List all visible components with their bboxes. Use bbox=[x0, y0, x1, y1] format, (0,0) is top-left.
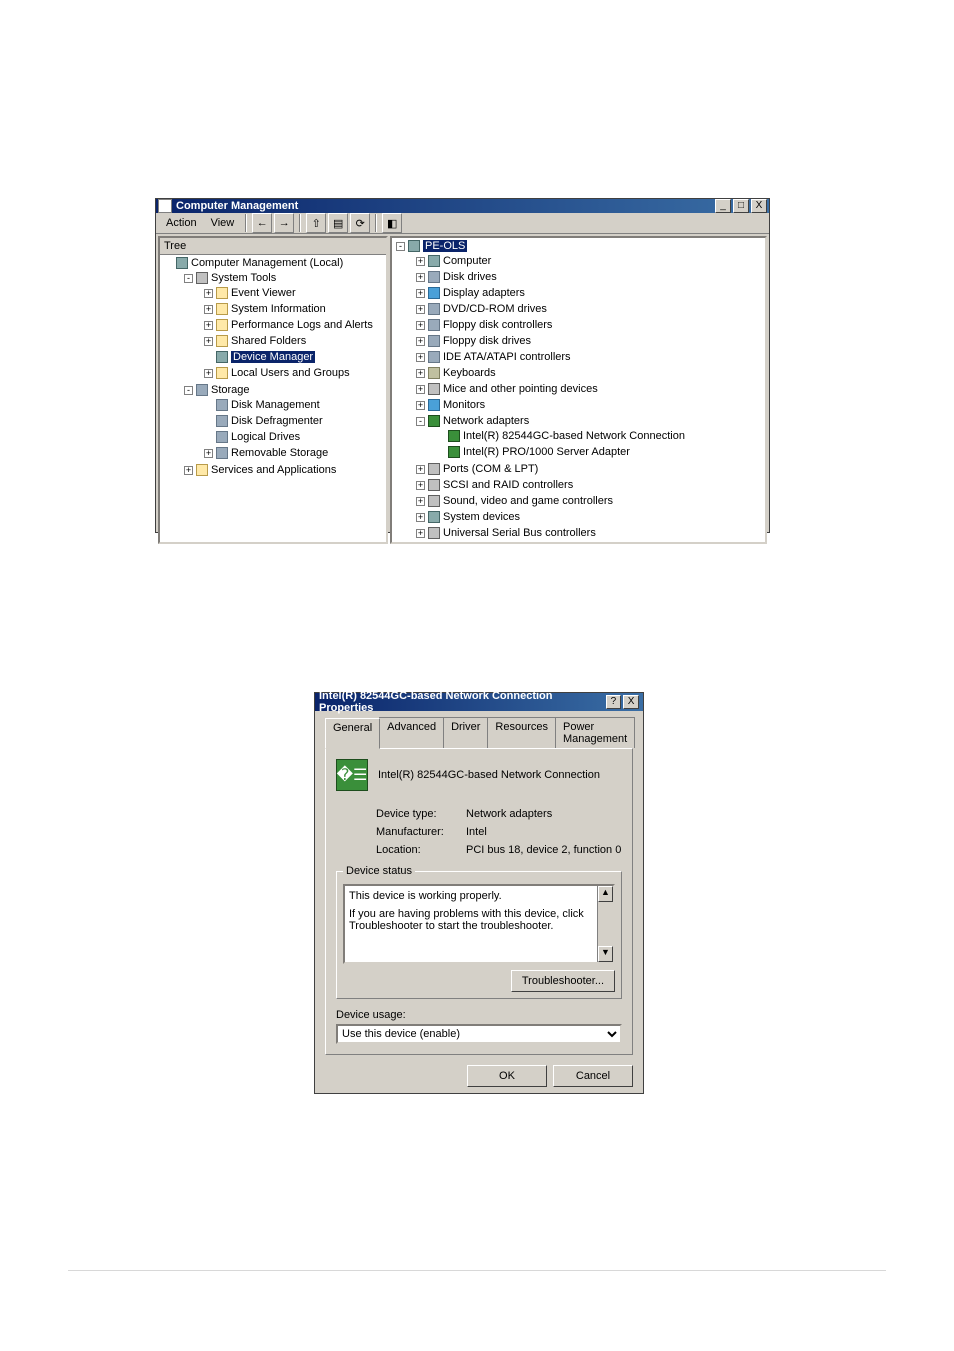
tree-event-viewer[interactable]: +Event Viewer bbox=[200, 285, 386, 301]
tab-driver[interactable]: Driver bbox=[443, 717, 488, 748]
dev-usb[interactable]: +Universal Serial Bus controllers bbox=[412, 525, 765, 541]
dev-dvdcd[interactable]: +DVD/CD-ROM drives bbox=[412, 301, 765, 317]
device-status-legend: Device status bbox=[343, 865, 415, 877]
device-usage-select[interactable]: Use this device (enable) bbox=[336, 1024, 622, 1044]
page-divider bbox=[68, 1270, 886, 1271]
dev-nic2[interactable]: Intel(R) PRO/1000 Server Adapter bbox=[432, 444, 765, 460]
computer-management-window: Computer Management _ □ X Action View ← … bbox=[155, 198, 770, 533]
tree-header: Tree bbox=[160, 238, 386, 255]
status-line1: This device is working properly. bbox=[349, 890, 609, 902]
tree-system-information[interactable]: +System Information bbox=[200, 301, 386, 317]
dev-ports[interactable]: +Ports (COM & LPT) bbox=[412, 461, 765, 477]
dev-system-devices[interactable]: +System devices bbox=[412, 509, 765, 525]
device-name: Intel(R) 82544GC-based Network Connectio… bbox=[378, 769, 600, 781]
device-icon: �☰ bbox=[336, 759, 368, 791]
troubleshooter-button[interactable]: Troubleshooter... bbox=[511, 970, 615, 992]
refresh-icon[interactable]: ⟳ bbox=[350, 213, 370, 233]
tab-general[interactable]: General bbox=[325, 718, 380, 749]
tree-system-tools[interactable]: -System Tools +Event Viewer +System Info… bbox=[180, 270, 386, 382]
tab-advanced[interactable]: Advanced bbox=[379, 717, 444, 748]
properties-icon[interactable]: ▤ bbox=[328, 213, 348, 233]
menu-view[interactable]: View bbox=[205, 215, 241, 231]
cm-app-icon bbox=[158, 199, 172, 213]
tree-removable-storage[interactable]: +Removable Storage bbox=[200, 445, 386, 461]
dev-ide[interactable]: +IDE ATA/ATAPI controllers bbox=[412, 349, 765, 365]
dev-floppy-ctrl[interactable]: +Floppy disk controllers bbox=[412, 317, 765, 333]
cm-menubar: Action View ← → ⇧ ▤ ⟳ ◧ bbox=[156, 213, 769, 234]
device-type-label: Device type: bbox=[376, 808, 466, 820]
dev-root[interactable]: -PE-OLS +Computer +Disk drives +Display … bbox=[392, 238, 765, 542]
dev-network-adapters[interactable]: -Network adapters Intel(R) 82544GC-based… bbox=[412, 413, 765, 461]
back-icon[interactable]: ← bbox=[252, 213, 272, 233]
device-type-value: Network adapters bbox=[466, 808, 552, 820]
status-line2: If you are having problems with this dev… bbox=[349, 908, 609, 932]
maximize-button[interactable]: □ bbox=[733, 199, 749, 213]
forward-icon[interactable]: → bbox=[274, 213, 294, 233]
dev-mice[interactable]: +Mice and other pointing devices bbox=[412, 381, 765, 397]
close-button[interactable]: X bbox=[751, 199, 767, 213]
prop-titlebar[interactable]: Intel(R) 82544GC-based Network Connectio… bbox=[315, 693, 643, 711]
tab-panel-general: �☰ Intel(R) 82544GC-based Network Connec… bbox=[325, 748, 633, 1055]
minimize-button[interactable]: _ bbox=[715, 199, 731, 213]
dev-keyboards[interactable]: +Keyboards bbox=[412, 365, 765, 381]
help-button[interactable]: ? bbox=[606, 695, 622, 709]
tree-device-manager[interactable]: Device Manager bbox=[200, 349, 386, 365]
tree-services-apps[interactable]: +Services and Applications bbox=[180, 462, 386, 478]
dev-display-adapters[interactable]: +Display adapters bbox=[412, 285, 765, 301]
tree-disk-management[interactable]: Disk Management bbox=[200, 397, 386, 413]
tab-resources[interactable]: Resources bbox=[487, 717, 556, 748]
up-folder-icon[interactable]: ⇧ bbox=[306, 213, 326, 233]
dev-nic1[interactable]: Intel(R) 82544GC-based Network Connectio… bbox=[432, 428, 765, 444]
device-status-text: This device is working properly. If you … bbox=[343, 884, 615, 964]
tree-local-users[interactable]: +Local Users and Groups bbox=[200, 365, 386, 381]
tree-storage[interactable]: -Storage Disk Management Disk Defragment… bbox=[180, 382, 386, 462]
dev-scsi[interactable]: +SCSI and RAID controllers bbox=[412, 477, 765, 493]
tab-power[interactable]: Power Management bbox=[555, 717, 635, 748]
cm-left-pane: Tree Computer Management (Local) -System… bbox=[158, 236, 388, 544]
device-properties-window: Intel(R) 82544GC-based Network Connectio… bbox=[314, 692, 644, 1094]
cm-statusbar bbox=[156, 546, 769, 547]
tree-root[interactable]: Computer Management (Local) -System Tool… bbox=[160, 255, 386, 479]
prop-tabs: General Advanced Driver Resources Power … bbox=[325, 717, 633, 748]
show-hide-icon[interactable]: ◧ bbox=[382, 213, 402, 233]
dev-disk-drives[interactable]: +Disk drives bbox=[412, 269, 765, 285]
device-status-group: Device status This device is working pro… bbox=[336, 871, 622, 999]
dev-sound[interactable]: +Sound, video and game controllers bbox=[412, 493, 765, 509]
menu-action[interactable]: Action bbox=[160, 215, 203, 231]
location-value: PCI bus 18, device 2, function 0 bbox=[466, 844, 621, 856]
tree-disk-defragmenter[interactable]: Disk Defragmenter bbox=[200, 413, 386, 429]
tree-perf-logs[interactable]: +Performance Logs and Alerts bbox=[200, 317, 386, 333]
manufacturer-label: Manufacturer: bbox=[376, 826, 466, 838]
status-scrollbar[interactable]: ▲ ▼ bbox=[597, 886, 613, 962]
dev-monitors[interactable]: +Monitors bbox=[412, 397, 765, 413]
tree-shared-folders[interactable]: +Shared Folders bbox=[200, 333, 386, 349]
cm-titlebar[interactable]: Computer Management _ □ X bbox=[156, 199, 769, 213]
location-label: Location: bbox=[376, 844, 466, 856]
dev-computer[interactable]: +Computer bbox=[412, 253, 765, 269]
ok-button[interactable]: OK bbox=[467, 1065, 547, 1087]
tree-logical-drives[interactable]: Logical Drives bbox=[200, 429, 386, 445]
manufacturer-value: Intel bbox=[466, 826, 487, 838]
close-button[interactable]: X bbox=[623, 695, 639, 709]
dev-floppy-drives[interactable]: +Floppy disk drives bbox=[412, 333, 765, 349]
device-usage-label: Device usage: bbox=[336, 1009, 622, 1021]
cm-title: Computer Management bbox=[176, 200, 298, 212]
cm-right-pane: -PE-OLS +Computer +Disk drives +Display … bbox=[390, 236, 767, 544]
cancel-button[interactable]: Cancel bbox=[553, 1065, 633, 1087]
